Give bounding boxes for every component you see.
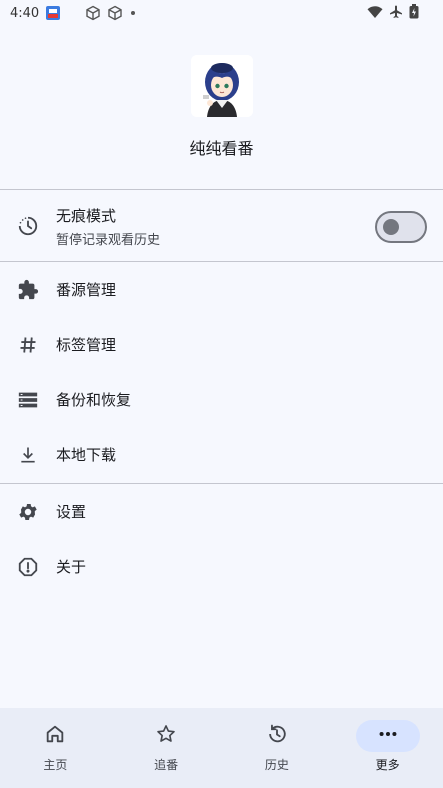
menu-item-local-download[interactable]: 本地下载: [0, 427, 443, 482]
nav-pill-active: [355, 720, 420, 752]
menu-item-backup-restore[interactable]: 备份和恢复: [0, 372, 443, 427]
menu-item-label: 本地下载: [56, 446, 117, 464]
nav-home[interactable]: 主页: [0, 708, 111, 788]
menu-item-label: 设置: [56, 503, 87, 521]
nav-pill: [245, 720, 309, 752]
menu-item-source-manage[interactable]: 番源管理: [0, 262, 443, 317]
app-notification-icon: [45, 5, 61, 21]
nav-label: 追番: [154, 758, 179, 772]
app-logo: [190, 55, 253, 117]
wifi-icon: [367, 5, 383, 23]
incognito-subtitle: 暂停记录观看历史: [56, 232, 161, 248]
incognito-mode-row[interactable]: 无痕模式 暂停记录观看历史: [0, 196, 443, 256]
cube-icon: [85, 5, 101, 21]
download-icon: [16, 443, 40, 467]
menu-item-label: 备份和恢复: [56, 391, 132, 409]
divider: [0, 189, 443, 190]
airplane-icon: [389, 5, 403, 23]
nav-pill: [23, 720, 87, 752]
nav-pill: [134, 720, 198, 752]
battery-icon: [409, 4, 419, 23]
star-icon: [155, 723, 177, 749]
toggle-knob: [383, 219, 399, 235]
history-icon: [266, 723, 288, 749]
nav-label: 更多: [375, 758, 400, 772]
status-bar: 4:40: [0, 0, 443, 26]
app-name: 纯纯看番: [189, 139, 254, 158]
nav-history[interactable]: 历史: [222, 708, 333, 788]
nav-more[interactable]: 更多: [332, 708, 443, 788]
incognito-toggle[interactable]: [375, 211, 427, 243]
menu-item-settings[interactable]: 设置: [0, 484, 443, 539]
nav-label: 主页: [43, 758, 68, 772]
incognito-title: 无痕模式: [56, 206, 117, 225]
status-time: 4:40: [10, 5, 40, 21]
menu-item-tag-manage[interactable]: 标签管理: [0, 317, 443, 372]
nav-label: 历史: [264, 758, 289, 772]
storage-icon: [16, 388, 40, 412]
info-icon: [16, 555, 40, 579]
menu-item-about[interactable]: 关于: [0, 539, 443, 594]
incognito-clock-icon: [16, 214, 40, 238]
bottom-navigation: 主页 追番 历史 更多: [0, 708, 443, 788]
cube-icon: [107, 5, 123, 21]
gear-icon: [16, 500, 40, 524]
dot-icon: [129, 9, 137, 17]
more-icon: [377, 723, 399, 749]
hash-icon: [16, 333, 40, 357]
home-icon: [44, 723, 66, 749]
menu-item-label: 番源管理: [56, 281, 117, 299]
puzzle-icon: [16, 278, 40, 302]
menu-item-label: 关于: [56, 558, 87, 576]
app-header: 纯纯看番: [0, 55, 443, 159]
nav-follow[interactable]: 追番: [111, 708, 222, 788]
menu-item-label: 标签管理: [56, 336, 117, 354]
